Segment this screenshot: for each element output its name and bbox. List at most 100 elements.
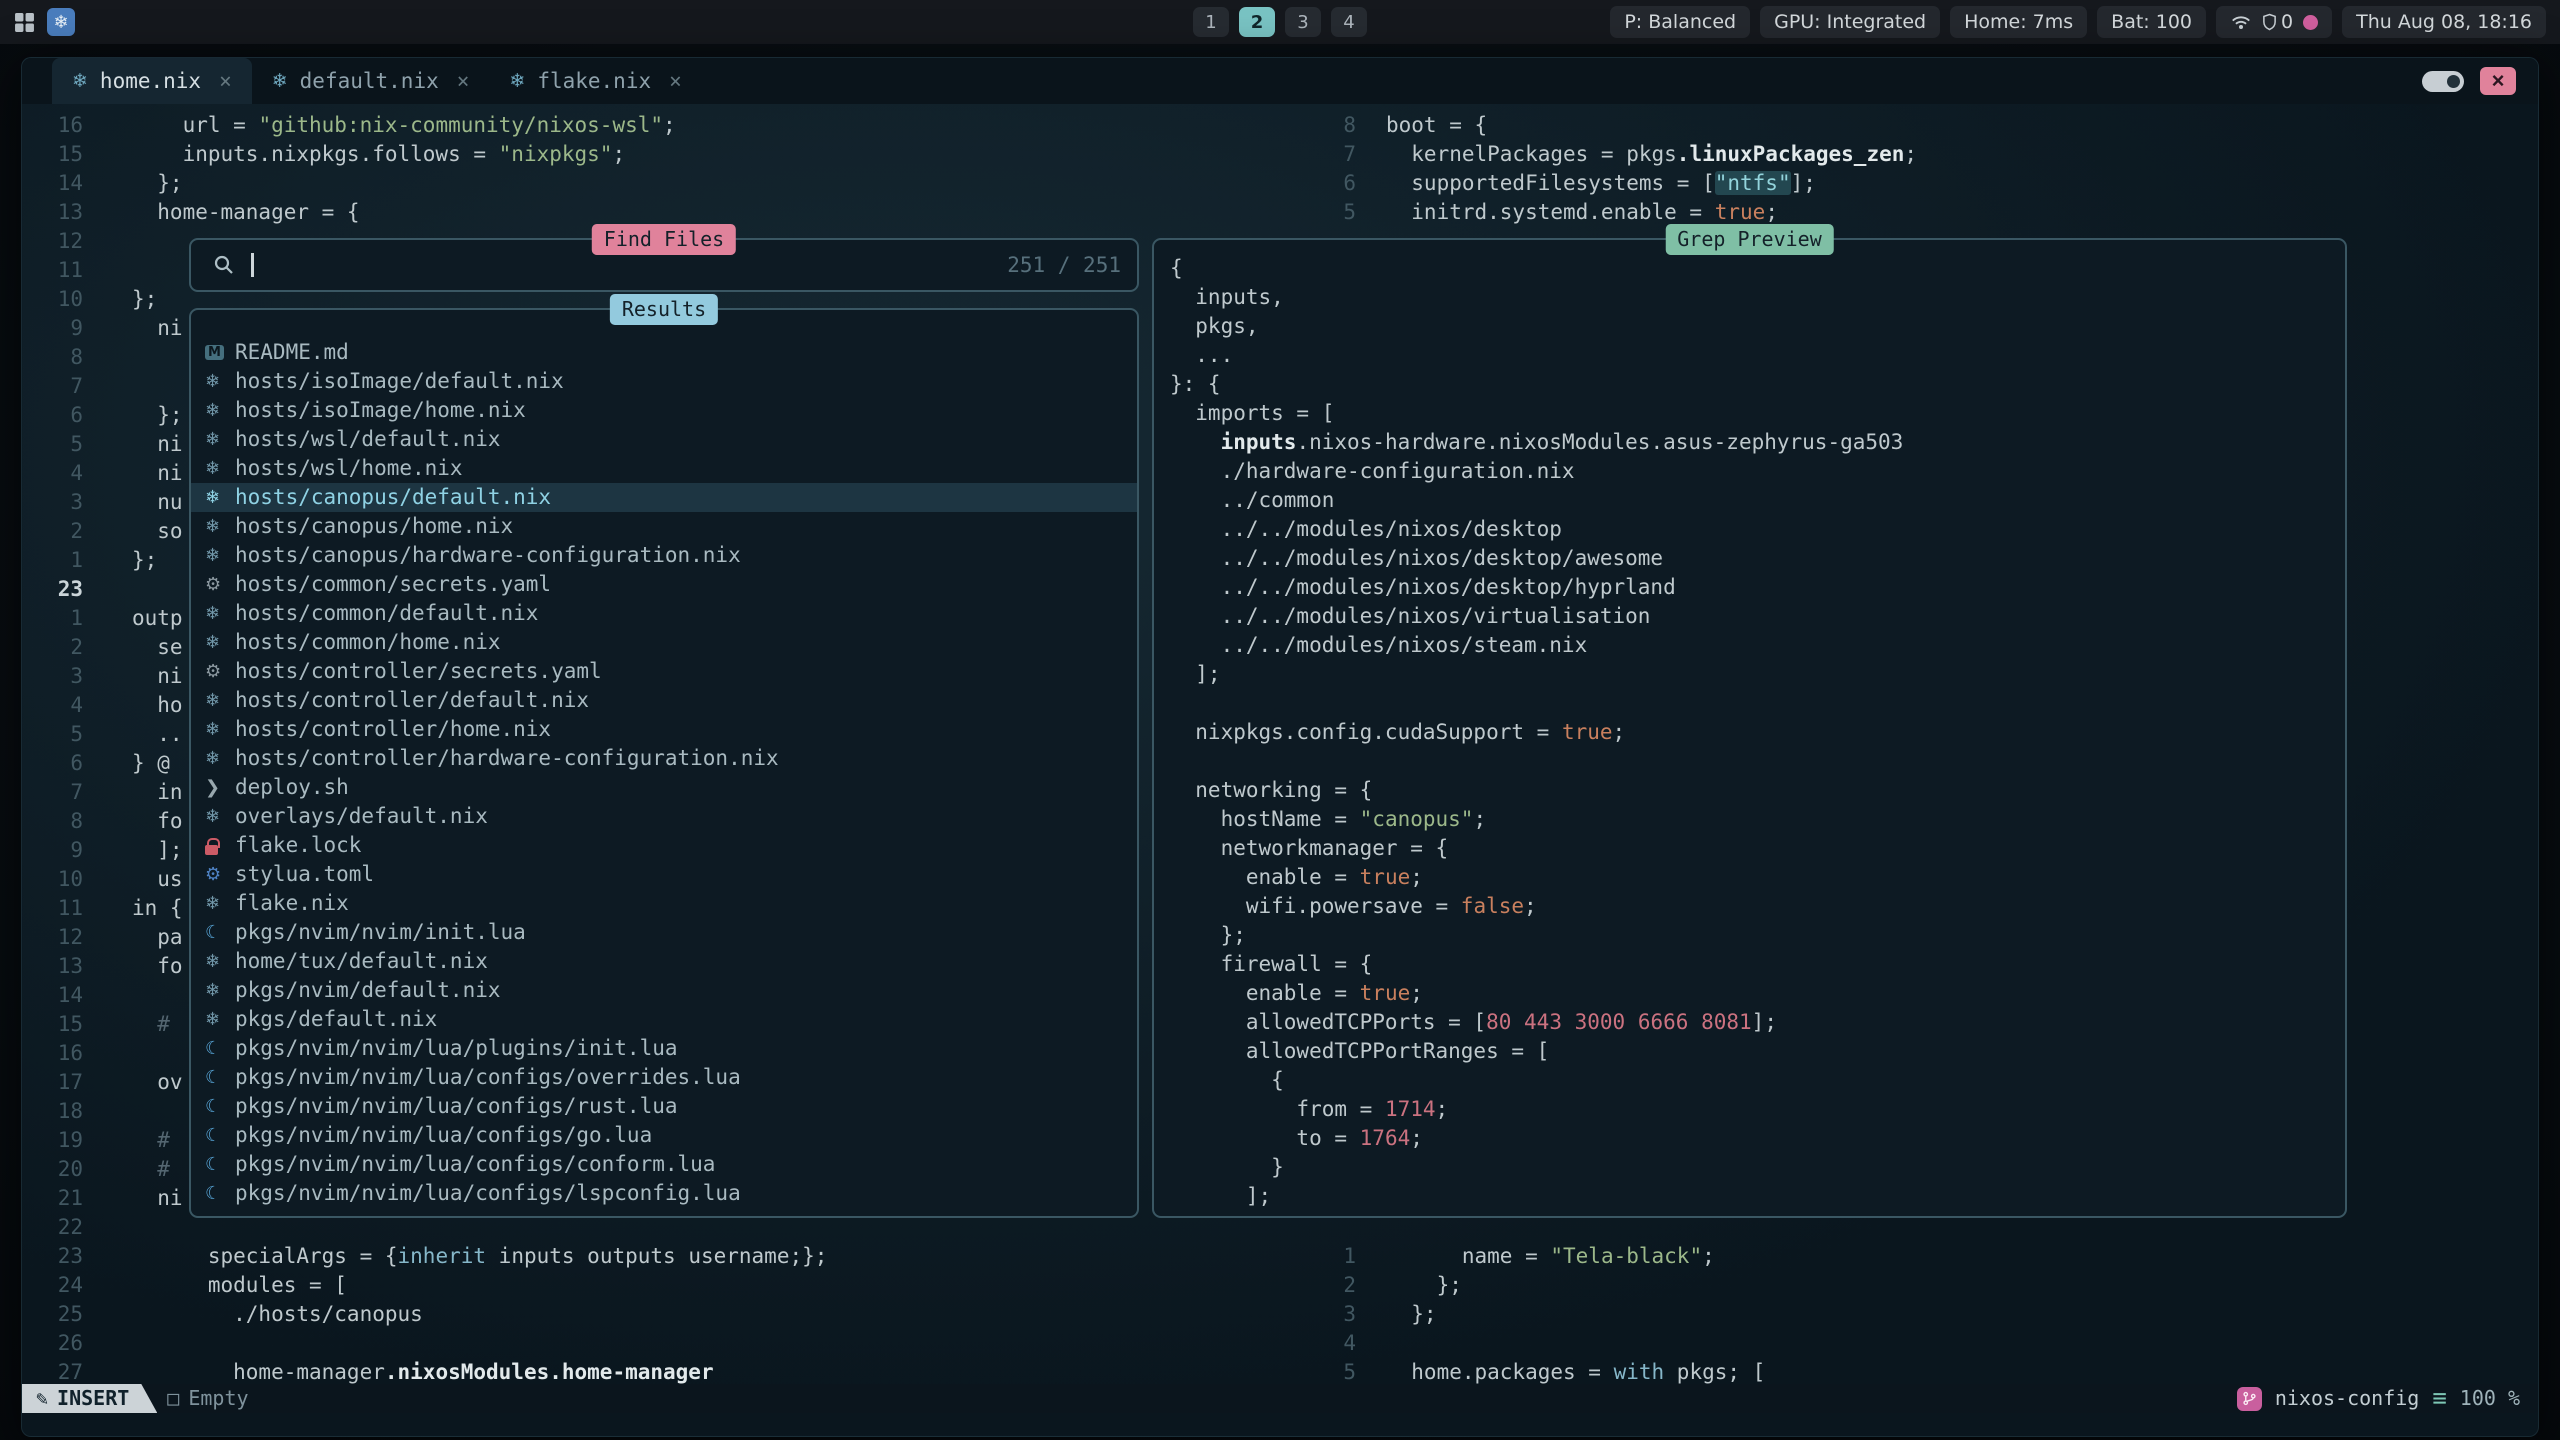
- file-result-item[interactable]: ❄hosts/controller/default.nix: [191, 686, 1137, 715]
- file-path: home/tux/default.nix: [235, 947, 488, 976]
- status-module[interactable]: Bat: 100: [2097, 6, 2206, 38]
- clock[interactable]: Thu Aug 08, 18:16: [2342, 6, 2546, 38]
- yaml-file-icon: ⚙: [205, 657, 235, 686]
- file-result-item[interactable]: ☾pkgs/nvim/nvim/lua/configs/rust.lua: [191, 1092, 1137, 1121]
- file-path: hosts/canopus/default.nix: [235, 483, 551, 512]
- line-number: 9: [32, 314, 83, 343]
- preview-line: allowedTCPPorts = [80 443 3000 6666 8081…: [1170, 1008, 2339, 1037]
- file-result-item[interactable]: ❄hosts/isoImage/home.nix: [191, 396, 1137, 425]
- line-number: 5: [32, 430, 83, 459]
- workspace-button-2[interactable]: 2: [1239, 7, 1275, 37]
- line-number: 22: [32, 1213, 83, 1242]
- file-path: flake.nix: [235, 889, 349, 918]
- status-module[interactable]: P: Balanced: [1610, 6, 1750, 38]
- window-controls: ×: [2422, 58, 2538, 104]
- status-module[interactable]: GPU: Integrated: [1760, 6, 1940, 38]
- find-files-prompt[interactable]: Find Files 251 / 251: [189, 238, 1139, 292]
- file-path: hosts/common/home.nix: [235, 628, 501, 657]
- file-result-item[interactable]: ❄hosts/wsl/home.nix: [191, 454, 1137, 483]
- find-files-results: Results MREADME.md❄hosts/isoImage/defaul…: [189, 308, 1139, 1218]
- preview-line: networkmanager = {: [1170, 834, 2339, 863]
- file-result-item[interactable]: ⚙hosts/common/secrets.yaml: [191, 570, 1137, 599]
- preview-line: wifi.powersave = false;: [1170, 892, 2339, 921]
- tab-close-icon[interactable]: ×: [213, 67, 232, 96]
- file-result-item[interactable]: ☾pkgs/nvim/nvim/lua/configs/lspconfig.lu…: [191, 1179, 1137, 1208]
- line-number: 23: [32, 575, 83, 604]
- buffer-name: □ Empty: [167, 1384, 248, 1413]
- tab-home.nix[interactable]: ❄home.nix×: [52, 58, 252, 104]
- window-close-button[interactable]: ×: [2480, 67, 2516, 95]
- lock-file-icon: [205, 836, 235, 855]
- file-result-item[interactable]: ☾pkgs/nvim/nvim/lua/configs/overrides.lu…: [191, 1063, 1137, 1092]
- status-module[interactable]: Home: 7ms: [1950, 6, 2087, 38]
- file-result-item[interactable]: ❄hosts/common/home.nix: [191, 628, 1137, 657]
- nix-file-icon: ❄: [205, 367, 235, 396]
- file-result-item[interactable]: ☾pkgs/nvim/nvim/lua/configs/conform.lua: [191, 1150, 1137, 1179]
- file-result-item[interactable]: ❄hosts/controller/hardware-configuration…: [191, 744, 1137, 773]
- file-path: hosts/controller/home.nix: [235, 715, 551, 744]
- preview-line: }: {: [1170, 370, 2339, 399]
- shield-icon: [2262, 13, 2277, 31]
- grep-preview-title: Grep Preview: [1665, 224, 1834, 255]
- file-result-item[interactable]: flake.lock: [191, 831, 1137, 860]
- preview-line: ../../modules/nixos/desktop/hyprland: [1170, 573, 2339, 602]
- line-number: 17: [32, 1068, 83, 1097]
- file-result-item[interactable]: ❄hosts/isoImage/default.nix: [191, 367, 1137, 396]
- file-result-item[interactable]: ❄hosts/controller/home.nix: [191, 715, 1137, 744]
- nix-file-icon: ❄: [205, 483, 235, 512]
- file-result-item[interactable]: ❄pkgs/nvim/default.nix: [191, 976, 1137, 1005]
- file-result-item[interactable]: ❄hosts/canopus/hardware-configuration.ni…: [191, 541, 1137, 570]
- preview-line: ../../modules/nixos/desktop/awesome: [1170, 544, 2339, 573]
- workspace-button-1[interactable]: 1: [1193, 7, 1229, 37]
- lua-file-icon: ☾: [205, 1034, 235, 1063]
- workspace-button-4[interactable]: 4: [1331, 7, 1367, 37]
- tab-label: home.nix: [100, 67, 201, 96]
- file-result-item[interactable]: MREADME.md: [191, 338, 1137, 367]
- file-path: hosts/controller/hardware-configuration.…: [235, 744, 779, 773]
- file-path: pkgs/nvim/nvim/lua/configs/overrides.lua: [235, 1063, 741, 1092]
- toggle-switch[interactable]: [2422, 71, 2464, 92]
- file-result-item[interactable]: ⚙stylua.toml: [191, 860, 1137, 889]
- line-number: 11: [32, 894, 83, 923]
- code-line: 4: [22, 1329, 2538, 1358]
- text-cursor: [251, 253, 254, 277]
- file-result-item[interactable]: ☾pkgs/nvim/nvim/lua/configs/go.lua: [191, 1121, 1137, 1150]
- file-result-item[interactable]: ☾pkgs/nvim/nvim/lua/plugins/init.lua: [191, 1034, 1137, 1063]
- line-number: 16: [32, 1039, 83, 1068]
- nix-file-icon: ❄: [205, 541, 235, 570]
- file-result-item[interactable]: ☾pkgs/nvim/nvim/init.lua: [191, 918, 1137, 947]
- line-number: 10: [32, 285, 83, 314]
- tab-flake.nix[interactable]: ❄flake.nix×: [489, 58, 701, 104]
- workspace-button-3[interactable]: 3: [1285, 7, 1321, 37]
- distro-logo-button[interactable]: ❄: [47, 8, 75, 36]
- file-path: hosts/common/default.nix: [235, 599, 538, 628]
- line-number: 12: [32, 923, 83, 952]
- tray-module[interactable]: 0: [2216, 6, 2332, 38]
- file-result-item[interactable]: ❄pkgs/default.nix: [191, 1005, 1137, 1034]
- tab-close-icon[interactable]: ×: [451, 67, 470, 96]
- file-result-item[interactable]: ❄flake.nix: [191, 889, 1137, 918]
- file-result-item[interactable]: ❄overlays/default.nix: [191, 802, 1137, 831]
- workspace-switcher: 1234: [1193, 0, 1367, 44]
- file-result-item[interactable]: ❯deploy.sh: [191, 773, 1137, 802]
- preview-line: }: [1170, 1153, 2339, 1182]
- terminal-window: ❄home.nix×❄default.nix×❄flake.nix× × 16 …: [21, 57, 2539, 1437]
- file-path: hosts/canopus/hardware-configuration.nix: [235, 541, 741, 570]
- file-result-item[interactable]: ❄home/tux/default.nix: [191, 947, 1137, 976]
- file-result-item[interactable]: ⚙hosts/controller/secrets.yaml: [191, 657, 1137, 686]
- nix-file-icon: ❄: [205, 425, 235, 454]
- line-number: 15: [32, 1010, 83, 1039]
- file-result-item[interactable]: ❄hosts/canopus/home.nix: [191, 512, 1137, 541]
- file-result-item[interactable]: ❄hosts/canopus/default.nix: [191, 483, 1137, 512]
- line-number: 3: [32, 488, 83, 517]
- tab-default.nix[interactable]: ❄default.nix×: [252, 58, 490, 104]
- file-result-item[interactable]: ❄hosts/common/default.nix: [191, 599, 1137, 628]
- lua-file-icon: ☾: [205, 1092, 235, 1121]
- tab-label: flake.nix: [537, 67, 651, 96]
- code-line: 8boot = {: [22, 111, 2538, 140]
- tab-close-icon[interactable]: ×: [663, 67, 682, 96]
- line-number: 1: [32, 546, 83, 575]
- preview-line: to = 1764;: [1170, 1124, 2339, 1153]
- file-result-item[interactable]: ❄hosts/wsl/default.nix: [191, 425, 1137, 454]
- app-launcher-button[interactable]: [14, 12, 35, 33]
